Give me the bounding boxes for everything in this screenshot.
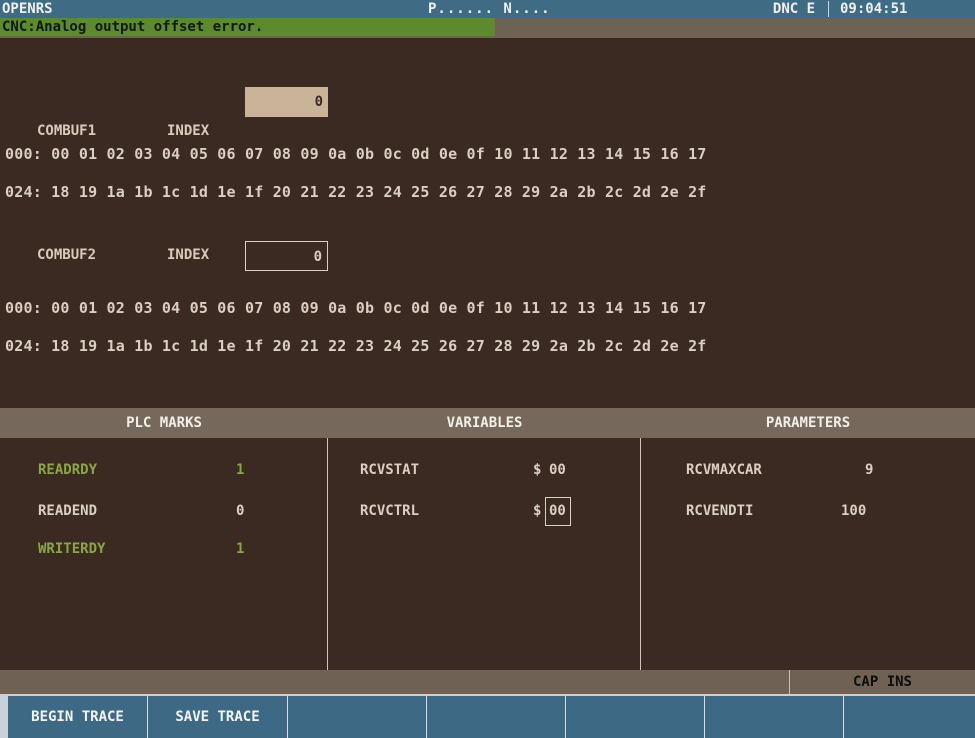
combuf2-label: COMBUF2 — [37, 247, 97, 263]
panel-divider — [327, 438, 328, 670]
plc-mark-name: WRITERDY — [38, 541, 106, 557]
softkey-6[interactable] — [705, 696, 844, 738]
variable-prefix: $ — [533, 462, 542, 478]
clock: 09:04:51 — [840, 1, 908, 17]
status-bar: CAP INS — [0, 670, 975, 694]
parameter-value: 100 — [841, 503, 867, 519]
save-trace-button[interactable]: SAVE TRACE — [148, 696, 288, 738]
parameter-name: RCVENDTI — [686, 503, 754, 519]
program-name: P...... N.... — [428, 1, 551, 17]
header-divider — [828, 1, 829, 17]
panel-divider — [640, 438, 641, 670]
plc-mark-value: 0 — [236, 503, 245, 519]
combuf1-label: COMBUF1 — [37, 123, 97, 139]
variable-name: RCVCTRL — [360, 503, 420, 519]
softkey-7[interactable] — [844, 696, 975, 738]
begin-trace-button[interactable]: BEGIN TRACE — [8, 696, 148, 738]
variable-prefix: $ — [533, 503, 542, 519]
parameter-value: 9 — [865, 462, 874, 478]
plc-mark-name: READEND — [38, 503, 98, 519]
combuf1-index-label: INDEX — [167, 123, 210, 139]
variables-header: VARIABLES — [328, 408, 641, 438]
combuf2-index-input[interactable]: 0 — [245, 241, 328, 271]
variable-name: RCVSTAT — [360, 462, 420, 478]
softkey-5[interactable] — [566, 696, 705, 738]
error-message: CNC:Analog output offset error. — [0, 18, 495, 36]
combuf2-row-0: 000: 00 01 02 03 04 05 06 07 08 09 0a 0b… — [5, 299, 707, 317]
keyboard-status: CAP INS — [852, 674, 912, 690]
parameter-name: RCVMAXCAR — [686, 462, 762, 478]
app-title: OPENRS — [2, 1, 53, 17]
title-bar: OPENRS P...... N.... DNC E 09:04:51 — [0, 0, 975, 18]
plc-marks-header: PLC MARKS — [0, 408, 328, 438]
parameters-header: PARAMETERS — [641, 408, 975, 438]
combuf1-index-input[interactable]: 0 — [245, 87, 328, 117]
plc-mark-value: 1 — [236, 541, 245, 557]
combuf1-row-0: 000: 00 01 02 03 04 05 06 07 08 09 0a 0b… — [5, 145, 707, 163]
variable-value[interactable]: 00 — [549, 503, 566, 519]
operating-mode: DNC E — [772, 1, 816, 17]
plc-mark-value: 1 — [236, 462, 245, 478]
variable-value[interactable]: 00 — [549, 462, 566, 478]
softkey-bar: BEGIN TRACE SAVE TRACE — [0, 694, 975, 738]
softkey-4[interactable] — [427, 696, 566, 738]
message-bar: CNC:Analog output offset error. — [0, 18, 975, 38]
plc-mark-name: READRDY — [38, 462, 98, 478]
combuf1-row-1: 024: 18 19 1a 1b 1c 1d 1e 1f 20 21 22 23… — [5, 183, 707, 201]
softkey-3[interactable] — [288, 696, 427, 738]
combuf2-index-label: INDEX — [167, 247, 210, 263]
combuf2-row-1: 024: 18 19 1a 1b 1c 1d 1e 1f 20 21 22 23… — [5, 337, 707, 355]
communication-buffers: COMBUF1 INDEX 0 000: 00 01 02 03 04 05 0… — [0, 38, 975, 408]
